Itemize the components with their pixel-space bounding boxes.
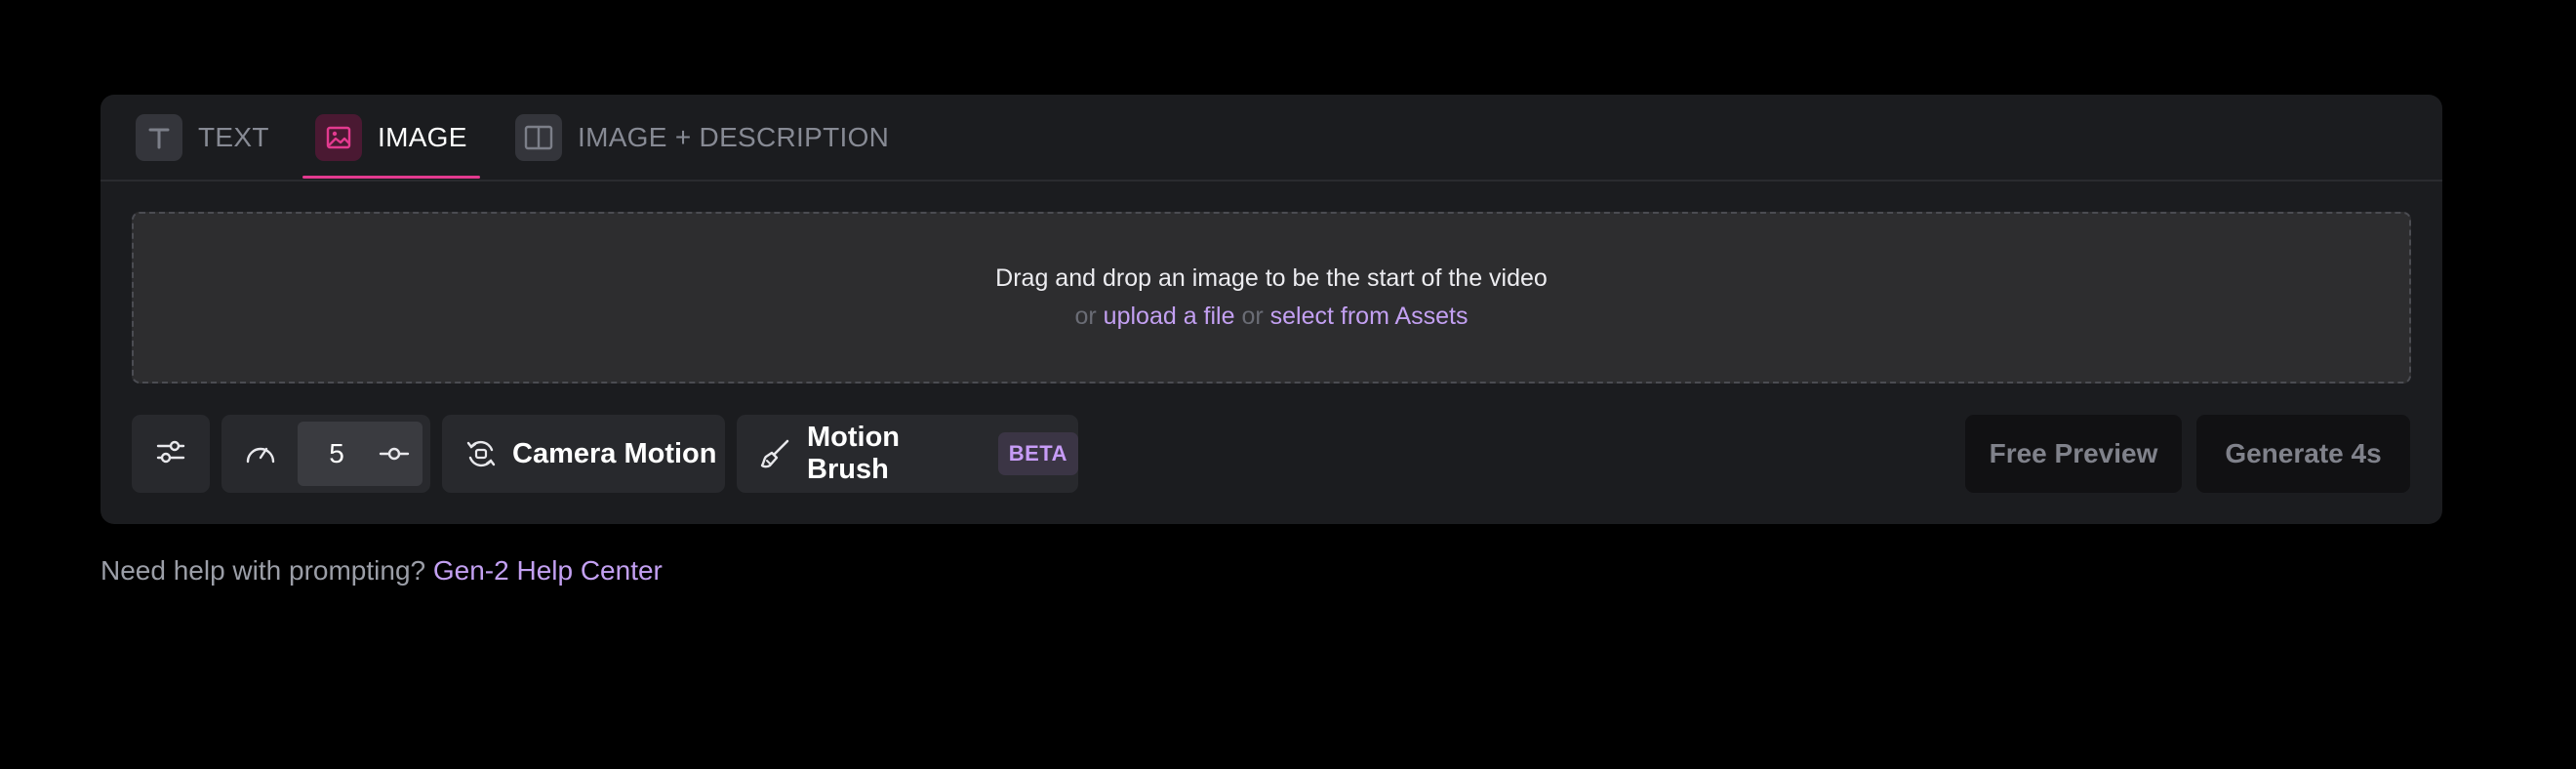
free-preview-button[interactable]: Free Preview — [1965, 415, 2182, 493]
help-center-link[interactable]: Gen-2 Help Center — [433, 555, 663, 586]
motion-amount-control: 5 — [221, 415, 430, 493]
motion-brush-button[interactable]: Motion Brush BETA — [737, 415, 1078, 493]
generation-panel: TEXT IMAGE IMAGE + DESCRIPTION Drag and … — [101, 95, 2442, 524]
image-dropzone[interactable]: Drag and drop an image to be the start o… — [132, 212, 2411, 384]
tab-image-description-label: IMAGE + DESCRIPTION — [578, 121, 890, 152]
brush-icon — [758, 436, 793, 471]
beta-badge: BETA — [997, 432, 1078, 475]
tab-image-label: IMAGE — [378, 121, 467, 152]
tab-image-description[interactable]: IMAGE + DESCRIPTION — [515, 95, 889, 180]
camera-motion-label: Camera Motion — [512, 437, 717, 469]
active-tab-indicator — [302, 176, 480, 179]
mode-tabs: TEXT IMAGE IMAGE + DESCRIPTION — [101, 95, 2442, 182]
motion-brush-label: Motion Brush — [807, 422, 901, 485]
motion-value[interactable]: 5 — [298, 422, 376, 486]
node-icon[interactable] — [378, 437, 411, 475]
help-footer: Need help with prompting? Gen-2 Help Cen… — [101, 555, 663, 587]
dropzone-options: or upload a file or select from Assets — [1074, 303, 1468, 331]
generate-button[interactable]: Generate 4s — [2196, 415, 2410, 493]
camera-rotate-icon — [463, 436, 499, 471]
camera-motion-button[interactable]: Camera Motion — [442, 415, 725, 493]
tab-text-label: TEXT — [198, 121, 269, 152]
help-text: Need help with prompting? — [101, 555, 426, 586]
motion-stepper[interactable]: 5 — [298, 422, 423, 486]
speedometer-icon — [243, 436, 278, 476]
select-assets-link[interactable]: select from Assets — [1270, 303, 1469, 330]
split-panel-icon — [515, 113, 562, 161]
tab-image[interactable]: IMAGE — [315, 95, 467, 180]
sliders-icon — [154, 435, 187, 473]
dropzone-or-2: or — [1241, 303, 1264, 330]
dropzone-or-1: or — [1074, 303, 1097, 330]
upload-file-link[interactable]: upload a file — [1104, 303, 1235, 330]
text-t-icon — [136, 113, 182, 161]
tab-text[interactable]: TEXT — [136, 95, 269, 180]
settings-button[interactable] — [132, 415, 210, 493]
image-icon — [315, 113, 362, 161]
dropzone-instructions: Drag and drop an image to be the start o… — [995, 264, 1548, 292]
